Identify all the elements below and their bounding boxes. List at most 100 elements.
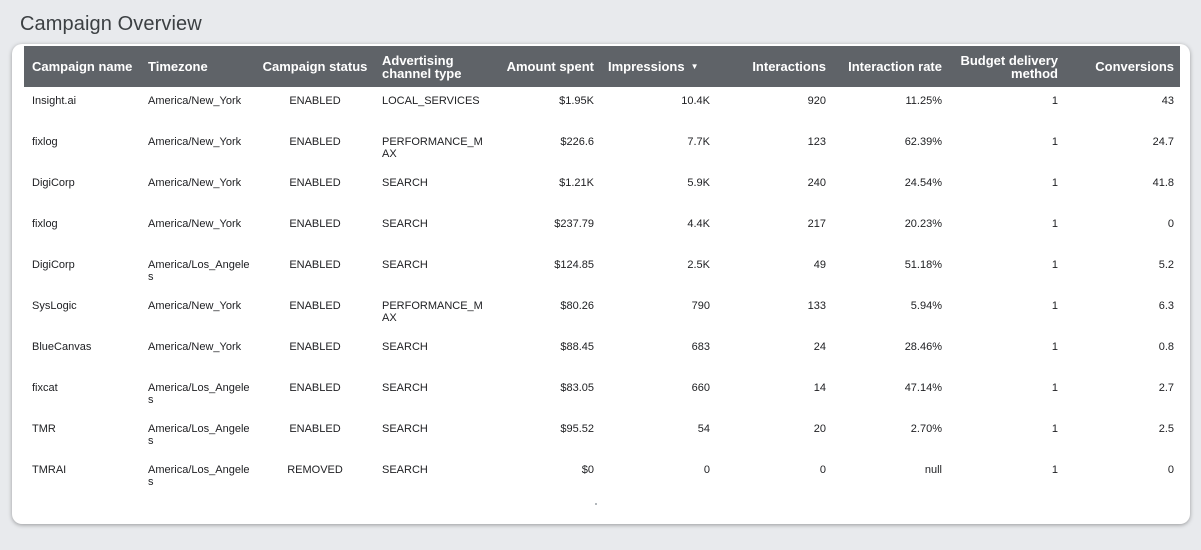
cell-amount-spent: $0 <box>581 464 594 476</box>
cell-timezone: America/Los_Angeles <box>148 464 250 488</box>
cell-campaign-status: REMOVED <box>287 464 343 476</box>
cell-timezone: America/New_York <box>148 218 242 230</box>
cell-advertising-channel-type: SEARCH <box>382 341 428 353</box>
column-header-campaign-status[interactable]: Campaign status <box>256 46 374 87</box>
cell-advertising-channel-type: SEARCH <box>382 259 428 271</box>
cell-interactions: 217 <box>807 218 826 230</box>
cell-impressions: 2.5K <box>687 259 710 271</box>
cell-campaign-name: fixlog <box>32 218 58 230</box>
column-header-advertising-channel-type[interactable]: Advertising channel type <box>374 46 492 87</box>
cell-budget-delivery-method: 1 <box>1051 177 1058 189</box>
cell-amount-spent: $237.79 <box>554 218 594 230</box>
cell-timezone: America/New_York <box>148 300 242 312</box>
sort-descending-icon[interactable]: ▼ <box>691 60 699 73</box>
cell-campaign-name: DigiCorp <box>32 259 75 271</box>
cell-interactions: 0 <box>819 464 826 476</box>
cell-budget-delivery-method: 1 <box>1051 259 1058 271</box>
column-header-timezone[interactable]: Timezone <box>140 46 256 87</box>
column-header-budget-delivery-method[interactable]: Budget delivery method <box>948 46 1064 87</box>
column-header-conversions[interactable]: Conversions <box>1064 46 1180 87</box>
cell-timezone: America/Los_Angeles <box>148 259 250 283</box>
cell-campaign-name: BlueCanvas <box>32 341 92 353</box>
cell-campaign-name: fixcat <box>32 382 58 394</box>
cell-budget-delivery-method: 1 <box>1051 423 1058 435</box>
table-row[interactable]: fixcat America/Los_Angeles ENABLED SEARCH $8… <box>24 374 1180 415</box>
cell-interactions: 123 <box>807 136 826 148</box>
cell-timezone: America/New_York <box>148 341 242 353</box>
cell-budget-delivery-method: 1 <box>1051 464 1058 476</box>
cell-impressions: 10.4K <box>681 95 710 107</box>
column-header-label: Advertising channel type <box>382 52 462 81</box>
column-header-interaction-rate[interactable]: Interaction rate <box>832 46 948 87</box>
cell-campaign-status: ENABLED <box>289 341 341 353</box>
column-header-label: Interaction rate <box>848 59 942 74</box>
table-header-row: Campaign name Timezone Campaign status A… <box>24 46 1180 87</box>
cell-amount-spent: $80.26 <box>560 300 594 312</box>
cell-timezone: America/Los_Angeles <box>148 423 250 447</box>
cell-budget-delivery-method: 1 <box>1051 95 1058 107</box>
table-row[interactable]: fixlog America/New_York ENABLED PERFORMANCE… <box>24 128 1180 169</box>
table-row[interactable]: TMRAI America/Los_Angeles REMOVED SEARCH $0 0… <box>24 456 1180 497</box>
column-header-amount-spent[interactable]: Amount spent <box>492 46 600 87</box>
cell-amount-spent: $226.6 <box>560 136 594 148</box>
table-row[interactable]: SysLogic America/New_York ENABLED PERFORMAN… <box>24 292 1180 333</box>
cell-advertising-channel-type: SEARCH <box>382 423 428 435</box>
cell-interactions: 20 <box>813 423 826 435</box>
cell-campaign-name: SysLogic <box>32 300 77 312</box>
column-header-interactions[interactable]: Interactions <box>716 46 832 87</box>
cell-impressions: 7.7K <box>687 136 710 148</box>
column-header-label: Impressions <box>608 59 685 74</box>
cell-budget-delivery-method: 1 <box>1051 218 1058 230</box>
column-header-label: Campaign status <box>262 59 368 74</box>
cell-advertising-channel-type: PERFORMANCE_MAX <box>382 300 483 324</box>
cell-conversions: 2.5 <box>1158 423 1174 435</box>
cell-conversions: 24.7 <box>1152 136 1174 148</box>
cell-interactions: 133 <box>807 300 826 312</box>
cell-conversions: 2.7 <box>1158 382 1174 394</box>
column-header-label: Timezone <box>148 59 208 74</box>
cell-amount-spent: $95.52 <box>560 423 594 435</box>
cell-campaign-status: ENABLED <box>289 218 341 230</box>
cell-interactions: 14 <box>813 382 826 394</box>
cell-interaction-rate: 47.14% <box>904 382 942 394</box>
column-header-label: Interactions <box>752 59 826 74</box>
cell-budget-delivery-method: 1 <box>1051 136 1058 148</box>
campaign-table-card: Campaign name Timezone Campaign status A… <box>12 44 1190 524</box>
cell-campaign-status: ENABLED <box>289 382 341 394</box>
table-row[interactable]: DigiCorp America/Los_Angeles ENABLED SEARCH… <box>24 251 1180 292</box>
column-header-label: Campaign name <box>32 59 133 74</box>
cell-campaign-name: TMR <box>32 423 56 435</box>
cell-amount-spent: $124.85 <box>554 259 594 271</box>
cell-advertising-channel-type: SEARCH <box>382 177 428 189</box>
table-row[interactable]: DigiCorp America/New_York ENABLED SEARCH $1.… <box>24 169 1180 210</box>
cell-conversions: 41.8 <box>1152 177 1174 189</box>
cell-interaction-rate: 62.39% <box>904 136 942 148</box>
table-row[interactable]: BlueCanvas America/New_York ENABLED SEARCH $… <box>24 333 1180 374</box>
cell-campaign-name: DigiCorp <box>32 177 75 189</box>
cell-interactions: 240 <box>807 177 826 189</box>
column-header-impressions[interactable]: Impressions ▼ <box>600 46 716 87</box>
cell-interactions: 49 <box>813 259 826 271</box>
cell-advertising-channel-type: LOCAL_SERVICES <box>382 95 480 107</box>
column-header-campaign-name[interactable]: Campaign name <box>24 46 140 87</box>
cell-interaction-rate: 5.94% <box>910 300 942 312</box>
cell-timezone: America/New_York <box>148 136 242 148</box>
table-row[interactable]: Insight.ai America/New_York ENABLED LOCAL_S… <box>24 87 1180 128</box>
table-body: Insight.ai America/New_York ENABLED LOCAL_S… <box>24 87 1180 497</box>
cell-impressions: 683 <box>691 341 710 353</box>
cell-interaction-rate: 11.25% <box>905 95 943 107</box>
cell-amount-spent: $83.05 <box>560 382 594 394</box>
cell-interaction-rate: null <box>924 464 942 476</box>
cell-interaction-rate: 51.18% <box>904 259 942 271</box>
cell-impressions: 660 <box>691 382 710 394</box>
cell-advertising-channel-type: SEARCH <box>382 218 428 230</box>
cell-impressions: 0 <box>703 464 710 476</box>
campaign-table: Campaign name Timezone Campaign status A… <box>24 46 1180 497</box>
cell-impressions: 54 <box>697 423 710 435</box>
table-row[interactable]: fixlog America/New_York ENABLED SEARCH $237.… <box>24 210 1180 251</box>
table-row[interactable]: TMR America/Los_Angeles ENABLED SEARCH $95.5… <box>24 415 1180 456</box>
column-header-label: Budget delivery method <box>960 52 1058 81</box>
cell-conversions: 0 <box>1167 218 1174 230</box>
cell-timezone: America/New_York <box>148 95 242 107</box>
cell-conversions: 0 <box>1167 464 1174 476</box>
